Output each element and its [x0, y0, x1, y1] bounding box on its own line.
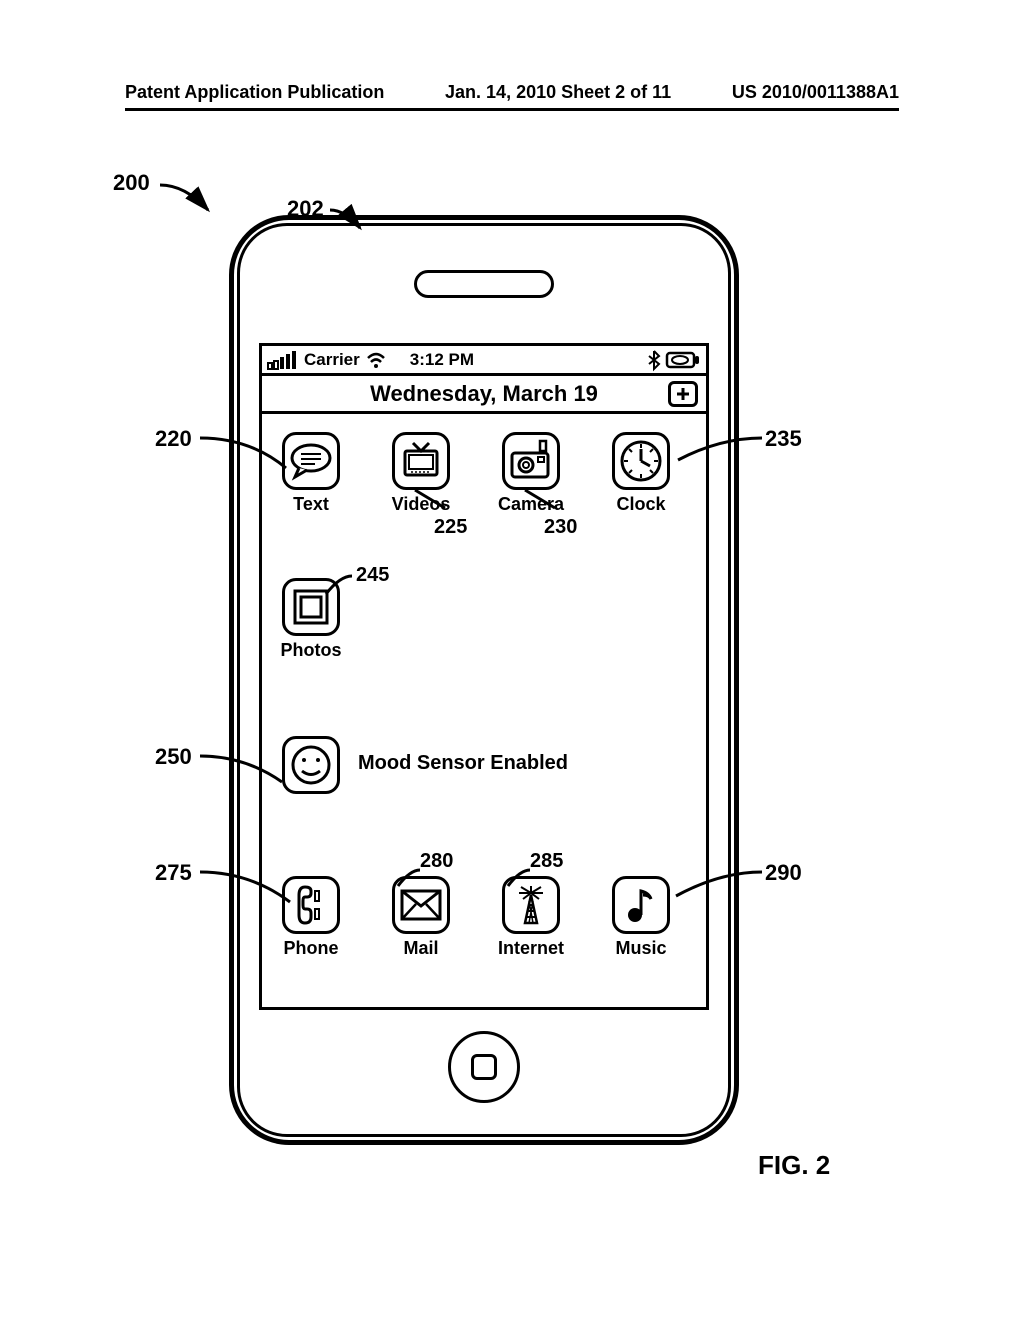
ref-250: 250	[155, 744, 192, 770]
screen: Carrier 3:12 PM	[259, 343, 709, 1010]
header-left: Patent Application Publication	[125, 82, 384, 103]
home-button[interactable]	[448, 1031, 520, 1103]
header-right: US 2010/0011388A1	[732, 82, 899, 103]
app-videos-label: Videos	[371, 494, 471, 515]
ref-285: 285	[530, 850, 563, 873]
app-photos-label: Photos	[261, 640, 361, 661]
home-button-square-icon	[471, 1054, 497, 1080]
app-clock[interactable]	[612, 432, 670, 490]
app-text-label: Text	[261, 494, 361, 515]
tv-icon	[399, 439, 443, 483]
device: Carrier 3:12 PM	[229, 215, 739, 1145]
camera-icon	[508, 439, 554, 483]
ref-230: 230	[544, 516, 577, 539]
speech-bubble-icon	[289, 443, 333, 479]
app-mail-label: Mail	[371, 938, 471, 959]
music-note-icon	[623, 885, 659, 925]
envelope-icon	[399, 888, 443, 922]
clock-icon	[618, 438, 664, 484]
app-camera[interactable]	[502, 432, 560, 490]
ref-225: 225	[434, 516, 467, 539]
app-videos[interactable]	[392, 432, 450, 490]
app-music[interactable]	[612, 876, 670, 934]
app-clock-label: Clock	[591, 494, 691, 515]
carrier-label: Carrier	[304, 350, 360, 370]
date-row: Wednesday, March 19	[262, 376, 706, 414]
wifi-icon	[366, 352, 386, 368]
figure-label: FIG. 2	[758, 1150, 830, 1181]
ref-235: 235	[765, 426, 802, 452]
app-internet-label: Internet	[481, 938, 581, 959]
app-phone[interactable]	[282, 876, 340, 934]
app-mood[interactable]	[282, 736, 340, 794]
photo-frame-icon	[289, 585, 333, 629]
app-music-label: Music	[591, 938, 691, 959]
app-phone-label: Phone	[261, 938, 361, 959]
ref-280: 280	[420, 850, 453, 873]
header-rule	[125, 108, 899, 111]
status-left: Carrier	[262, 350, 386, 370]
battery-icon	[666, 352, 700, 368]
ref-245: 245	[356, 564, 389, 587]
signal-icon	[268, 351, 298, 369]
app-internet[interactable]	[502, 876, 560, 934]
date-text: Wednesday, March 19	[370, 381, 598, 407]
header-mid: Jan. 14, 2010 Sheet 2 of 11	[445, 82, 671, 103]
status-right	[648, 351, 706, 369]
bluetooth-icon	[648, 351, 660, 369]
ref-275: 275	[155, 860, 192, 886]
app-text[interactable]	[282, 432, 340, 490]
page-header: Patent Application Publication Jan. 14, …	[0, 82, 1024, 103]
ref-290: 290	[765, 860, 802, 886]
app-camera-label: Camera	[481, 494, 581, 515]
mood-label: Mood Sensor Enabled	[358, 752, 568, 775]
speaker-slot	[414, 270, 554, 298]
ref-200: 200	[113, 170, 150, 196]
ref-220: 220	[155, 426, 192, 452]
antenna-icon	[511, 883, 551, 927]
status-bar: Carrier 3:12 PM	[262, 346, 706, 376]
smiley-icon	[289, 743, 333, 787]
status-time: 3:12 PM	[386, 350, 474, 370]
app-photos[interactable]	[282, 578, 340, 636]
plus-icon	[675, 386, 691, 402]
add-button[interactable]	[668, 381, 698, 407]
phone-icon	[291, 883, 331, 927]
app-mail[interactable]	[392, 876, 450, 934]
